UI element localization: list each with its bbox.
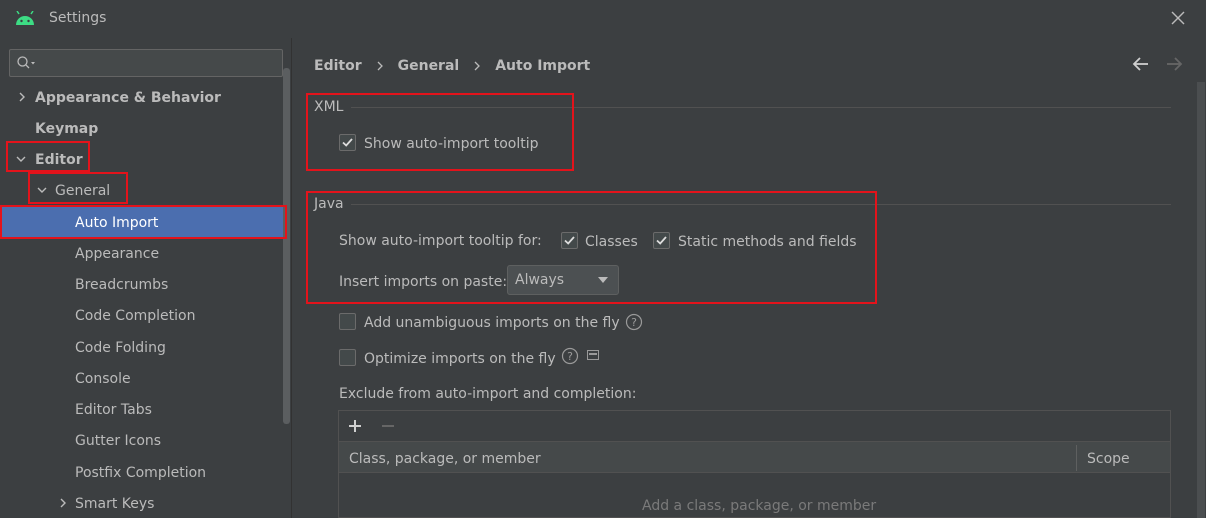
settings-sidebar: Appearance & Behavior Keymap Editor Gene… bbox=[0, 38, 292, 518]
breadcrumb-item[interactable]: General bbox=[398, 58, 460, 74]
sidebar-item-label: Auto Import bbox=[75, 214, 159, 231]
sidebar-item-label: Keymap bbox=[35, 120, 99, 137]
optimize-imports-label[interactable]: Optimize imports on the fly bbox=[364, 351, 556, 367]
sidebar-item-label: Code Folding bbox=[75, 339, 166, 356]
help-icon[interactable]: ? bbox=[561, 347, 579, 365]
search-input[interactable] bbox=[40, 53, 276, 73]
sidebar-item-label: Appearance bbox=[75, 245, 160, 262]
chevron-right-icon[interactable] bbox=[17, 92, 27, 102]
exclude-list-toolbar bbox=[339, 411, 1170, 442]
android-icon bbox=[16, 11, 34, 25]
sidebar-item-editor[interactable]: Editor bbox=[0, 144, 283, 175]
search-icon[interactable] bbox=[16, 55, 38, 71]
sidebar-item-postfix-completion[interactable]: Postfix Completion bbox=[0, 457, 283, 488]
settings-scope-icon[interactable] bbox=[587, 350, 599, 360]
sidebar-item-code-completion[interactable]: Code Completion bbox=[0, 300, 283, 331]
checkmark-icon bbox=[342, 138, 353, 147]
window-title: Settings bbox=[49, 10, 107, 26]
insert-imports-label: Insert imports on paste: bbox=[339, 274, 508, 290]
sidebar-item-appearance[interactable]: Appearance bbox=[0, 238, 283, 269]
sidebar-item-label: General bbox=[55, 182, 111, 199]
static-methods-checkbox[interactable] bbox=[653, 232, 670, 249]
sidebar-item-label: Breadcrumbs bbox=[75, 276, 169, 293]
optimize-imports-checkbox[interactable] bbox=[339, 349, 356, 366]
empty-table-hint[interactable]: Add a class, package, or member bbox=[642, 498, 876, 514]
unambiguous-imports-checkbox[interactable] bbox=[339, 313, 356, 330]
static-methods-label[interactable]: Static methods and fields bbox=[678, 234, 857, 250]
java-section-title: Java bbox=[314, 196, 344, 212]
classes-checkbox[interactable] bbox=[561, 232, 578, 249]
xml-show-tooltip-checkbox[interactable] bbox=[339, 134, 356, 151]
breadcrumb-item[interactable]: Editor bbox=[314, 58, 362, 74]
sidebar-item-appearance-behavior[interactable]: Appearance & Behavior bbox=[0, 82, 283, 113]
section-divider bbox=[351, 107, 1171, 108]
remove-icon[interactable] bbox=[380, 418, 396, 434]
section-divider bbox=[351, 204, 1171, 205]
sidebar-item-breadcrumbs[interactable]: Breadcrumbs bbox=[0, 269, 283, 300]
sidebar-item-auto-import[interactable]: Auto Import bbox=[0, 207, 283, 238]
column-header-class[interactable]: Class, package, or member bbox=[349, 451, 541, 467]
chevron-down-icon[interactable] bbox=[37, 185, 47, 195]
checkmark-icon bbox=[564, 236, 575, 245]
chevron-right-icon bbox=[377, 61, 383, 71]
unambiguous-imports-label[interactable]: Add unambiguous imports on the fly bbox=[364, 315, 620, 331]
classes-label[interactable]: Classes bbox=[585, 234, 638, 250]
sidebar-item-label: Console bbox=[75, 370, 131, 387]
breadcrumb: Editor General Auto Import bbox=[314, 56, 590, 76]
title-bar: Settings bbox=[0, 0, 1206, 38]
back-arrow-icon[interactable] bbox=[1131, 54, 1151, 74]
chevron-right-icon[interactable] bbox=[58, 498, 68, 508]
chevron-right-icon bbox=[474, 61, 481, 71]
sidebar-item-label: Editor bbox=[35, 151, 83, 168]
exclude-label: Exclude from auto-import and completion: bbox=[339, 386, 637, 402]
column-header-scope[interactable]: Scope bbox=[1087, 451, 1130, 467]
content-scrollbar[interactable] bbox=[1197, 82, 1205, 518]
add-icon[interactable] bbox=[347, 418, 363, 434]
settings-content: Editor General Auto Import XML Show auto… bbox=[293, 38, 1206, 518]
svg-text:?: ? bbox=[631, 316, 637, 329]
dropdown-arrow-icon bbox=[598, 277, 608, 283]
search-box[interactable] bbox=[9, 49, 283, 77]
sidebar-item-console[interactable]: Console bbox=[0, 363, 283, 394]
breadcrumb-item: Auto Import bbox=[495, 58, 591, 74]
forward-arrow-icon[interactable] bbox=[1164, 54, 1184, 74]
sidebar-item-general[interactable]: General bbox=[0, 175, 283, 206]
sidebar-item-smart-keys[interactable]: Smart Keys bbox=[0, 488, 283, 518]
sidebar-item-editor-tabs[interactable]: Editor Tabs bbox=[0, 394, 283, 425]
sidebar-item-code-folding[interactable]: Code Folding bbox=[0, 332, 283, 363]
sidebar-item-label: Smart Keys bbox=[75, 495, 155, 512]
java-tooltip-for-label: Show auto-import tooltip for: bbox=[339, 233, 542, 249]
close-icon[interactable] bbox=[1166, 6, 1190, 30]
sidebar-item-label: Editor Tabs bbox=[75, 401, 152, 418]
sidebar-scrollbar[interactable] bbox=[283, 68, 290, 424]
exclude-table-header: Class, package, or member Scope bbox=[339, 442, 1170, 473]
sidebar-item-label: Postfix Completion bbox=[75, 464, 207, 481]
chevron-down-icon[interactable] bbox=[16, 154, 26, 164]
dropdown-value: Always bbox=[515, 272, 565, 288]
insert-imports-dropdown[interactable]: Always bbox=[507, 265, 619, 295]
xml-section-title: XML bbox=[314, 99, 344, 115]
exclude-list-panel: Class, package, or member Scope Add a cl… bbox=[338, 410, 1171, 518]
checkmark-icon bbox=[656, 236, 667, 245]
sidebar-item-label: Appearance & Behavior bbox=[35, 89, 221, 106]
column-divider[interactable] bbox=[1076, 445, 1077, 471]
svg-text:?: ? bbox=[567, 350, 573, 363]
help-icon[interactable]: ? bbox=[625, 313, 643, 331]
sidebar-item-keymap[interactable]: Keymap bbox=[0, 113, 283, 144]
xml-show-tooltip-label[interactable]: Show auto-import tooltip bbox=[364, 136, 539, 152]
sidebar-item-gutter-icons[interactable]: Gutter Icons bbox=[0, 425, 283, 456]
sidebar-item-label: Code Completion bbox=[75, 307, 196, 324]
sidebar-item-label: Gutter Icons bbox=[75, 432, 162, 449]
